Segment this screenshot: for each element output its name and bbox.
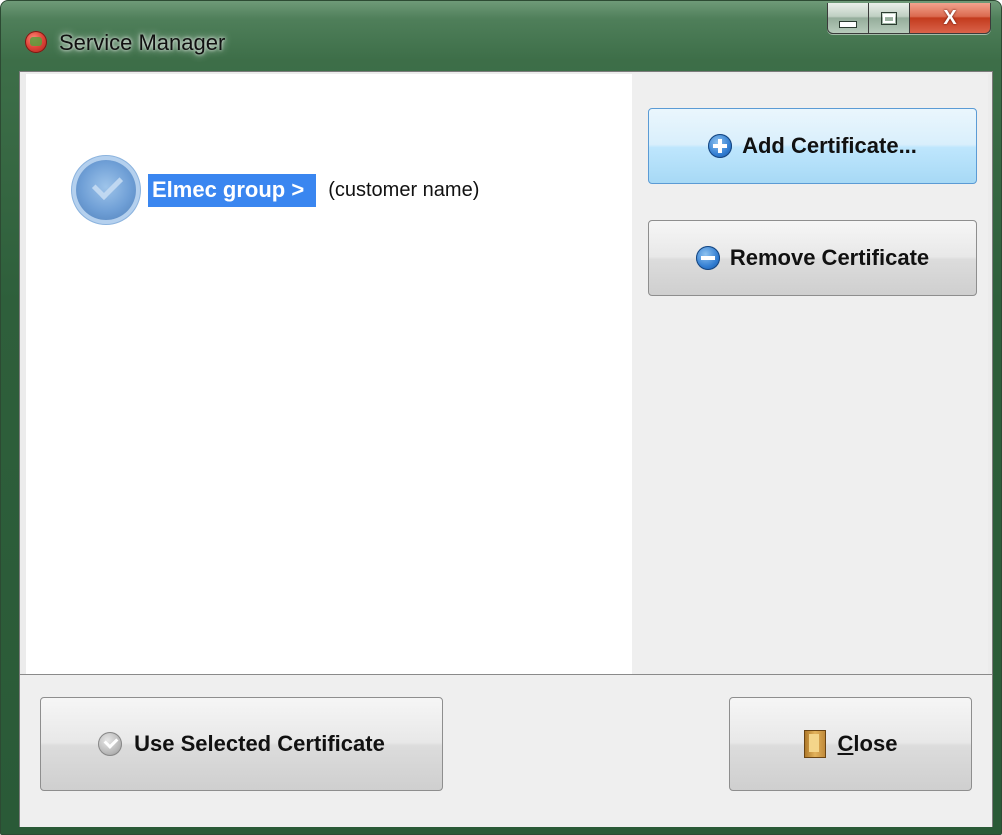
plus-icon [708, 134, 733, 158]
minimize-button[interactable] [828, 3, 869, 33]
certificate-description: (customer name) [328, 178, 480, 201]
close-label: Close [838, 731, 898, 757]
bottom-button-bar: Use Selected Certificate Close [20, 674, 992, 827]
window-title: Service Manager [59, 30, 226, 55]
action-pane: Add Certificate... Remove Certificate [632, 74, 988, 674]
certificate-list[interactable]: Elmec group > (customer name) [26, 74, 633, 675]
use-selected-certificate-label: Use Selected Certificate [134, 731, 385, 756]
check-icon [98, 732, 123, 756]
app-icon [25, 31, 47, 53]
remove-certificate-button[interactable]: Remove Certificate [648, 220, 977, 296]
close-label-accesskey: C [837, 731, 854, 756]
use-selected-certificate-button[interactable]: Use Selected Certificate [40, 697, 443, 791]
certificate-name: Elmec group > [148, 173, 317, 207]
service-manager-window: Service Manager X Elmec group > (custome… [0, 0, 1002, 835]
close-icon: X [943, 6, 957, 29]
maximize-button[interactable] [869, 3, 910, 33]
add-certificate-label: Add Certificate... [742, 133, 917, 158]
add-certificate-button[interactable]: Add Certificate... [648, 108, 977, 184]
minus-icon [695, 246, 720, 270]
remove-certificate-label: Remove Certificate [729, 245, 930, 270]
title-bar[interactable]: Service Manager X [1, 1, 1001, 71]
door-icon [803, 730, 826, 758]
certificate-badge-icon [76, 160, 136, 220]
client-area: Elmec group > (customer name) Add Certif… [19, 71, 993, 827]
close-button[interactable]: Close [729, 697, 972, 791]
close-window-button[interactable]: X [910, 3, 990, 33]
list-item[interactable]: Elmec group > (customer name) [76, 158, 479, 222]
minimize-icon [839, 20, 857, 28]
maximize-icon [881, 11, 897, 25]
caption-buttons: X [827, 3, 991, 34]
close-label-rest: lose [853, 731, 898, 756]
